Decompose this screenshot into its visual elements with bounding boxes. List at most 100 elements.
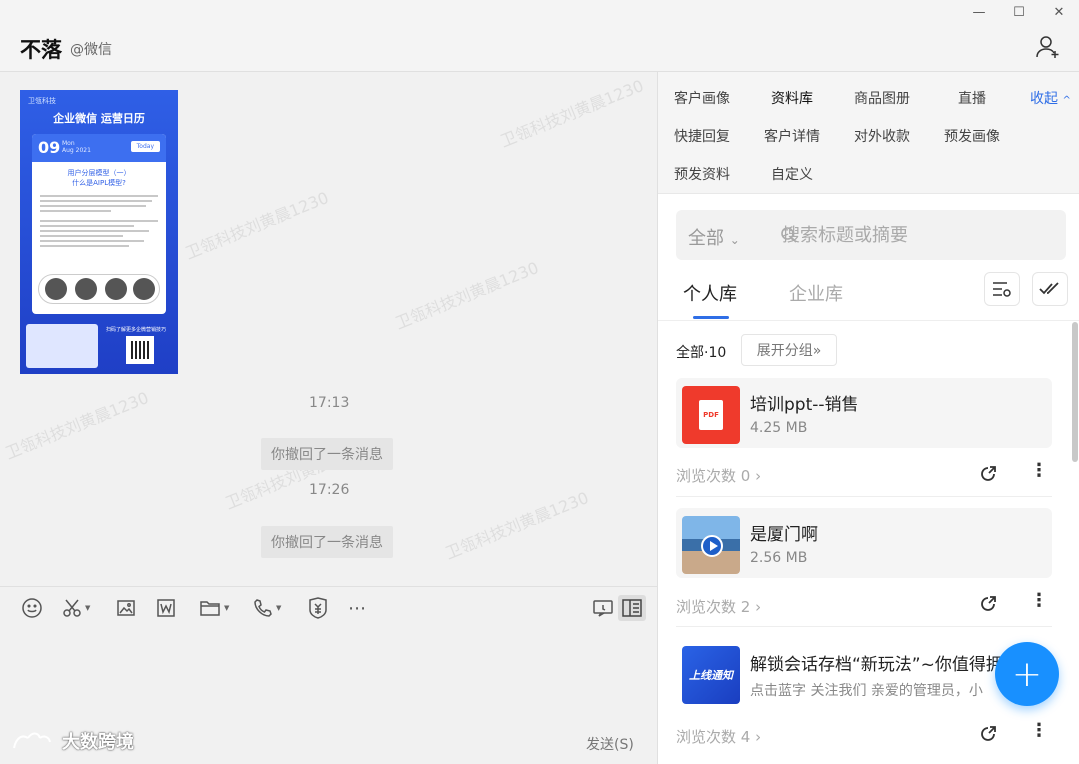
file-size: 4.25 MB (750, 420, 808, 436)
nav-customer-profile[interactable]: 客户画像 (674, 88, 730, 108)
contact-name: 不落 (20, 38, 62, 62)
add-member-icon[interactable] (1035, 34, 1061, 60)
filter-settings-button[interactable] (984, 272, 1020, 306)
chevron-right-icon: › (755, 598, 762, 616)
poster-model-sub: 什么是AIPL模型? (72, 179, 126, 187)
more-vertical-icon[interactable]: ⋮ (1030, 590, 1048, 611)
poster-card: 09 Mon Aug 2021 Today 用户分层模型（一） 什么是AIPL模型? (32, 134, 166, 314)
pdf-icon: PDF (682, 386, 740, 444)
tab-enterprise-library[interactable]: 企业库 (789, 280, 843, 306)
video-thumbnail (682, 516, 740, 574)
scrollbar[interactable] (1072, 322, 1078, 462)
chevron-right-icon: › (755, 728, 762, 746)
maximize-button[interactable]: ☐ (999, 0, 1039, 24)
chat-header: 不落 @微信 (0, 0, 1079, 72)
add-material-button[interactable]: + (995, 642, 1059, 706)
play-icon (701, 535, 723, 557)
input-toolbar: ▼ ▼ ▼ ⋯ (0, 586, 657, 630)
tab-personal-library[interactable]: 个人库 (683, 280, 737, 306)
side-nav: 客户画像 资料库 商品图册 直播 收起 ^ 快捷回复 客户详情 对外收款 预发画… (658, 72, 1079, 194)
red-packet-icon[interactable] (308, 597, 328, 619)
poster-today: Today (130, 141, 160, 152)
brand-name: 大数跨境 (62, 732, 134, 753)
view-count[interactable]: 浏览次数 0 › (676, 465, 761, 486)
multi-select-button[interactable] (1032, 272, 1068, 306)
share-icon[interactable] (978, 594, 998, 614)
plus-icon: + (1011, 653, 1043, 695)
more-tools-icon[interactable]: ⋯ (348, 597, 367, 619)
minimize-button[interactable]: — (959, 0, 999, 24)
sidebar-toggle-icon[interactable] (618, 595, 646, 621)
nav-payment[interactable]: 对外收款 (854, 126, 910, 146)
nav-collapse-label: 收起 (1030, 91, 1058, 107)
divider (676, 496, 1052, 497)
nav-collapse[interactable]: 收起 ^ (1030, 88, 1071, 108)
nav-quick-reply[interactable]: 快捷回复 (674, 126, 730, 146)
nav-pre-profile[interactable]: 预发画像 (944, 126, 1000, 146)
nav-library[interactable]: 资料库 (771, 88, 813, 108)
watermark: 卫瓴科技刘黄晨1230 (392, 257, 542, 333)
poster-month-label: Mon (62, 140, 75, 147)
screenshot-icon[interactable]: ▼ (62, 597, 90, 619)
poster-month: Mon Aug 2021 (62, 140, 91, 154)
nav-product-album[interactable]: 商品图册 (854, 88, 910, 108)
nav-customer-detail[interactable]: 客户详情 (764, 126, 820, 146)
list-settings-icon (993, 282, 1011, 297)
file-card[interactable]: 是厦门啊 2.56 MB (676, 508, 1052, 578)
close-button[interactable]: ✕ (1039, 0, 1079, 24)
share-icon[interactable] (978, 464, 998, 484)
emoji-icon[interactable] (21, 597, 43, 619)
share-icon[interactable] (978, 724, 998, 744)
view-count[interactable]: 浏览次数 4 › (676, 726, 761, 747)
group-all-count[interactable]: 全部·10 (676, 342, 726, 362)
send-button[interactable]: 发送(S) (586, 734, 634, 754)
more-vertical-icon[interactable]: ⋮ (1030, 720, 1048, 741)
watermark: 卫瓴科技刘黄晨1230 (182, 187, 332, 263)
view-count[interactable]: 浏览次数 2 › (676, 596, 761, 617)
folder-icon[interactable]: ▼ (199, 597, 229, 619)
image-icon[interactable] (116, 597, 136, 619)
chat-history-icon[interactable] (592, 597, 614, 619)
file-name: 解锁会话存档“新玩法”~你值得拥 (750, 655, 1003, 675)
poster-scan-text: 扫码了解更多企微营销技巧 (106, 327, 167, 333)
poster-model-title: 用户分层模型（一） (67, 169, 131, 177)
chevron-down-icon: ⌄ (729, 233, 740, 247)
contact-source: @微信 (70, 42, 112, 58)
file-size: 2.56 MB (750, 550, 808, 566)
search-filter-dropdown[interactable]: 全部 ⌄ (688, 224, 740, 250)
brand-watermark: 大数跨境 (10, 728, 134, 754)
file-card[interactable]: PDF 培训ppt--销售 4.25 MB (676, 378, 1052, 448)
chat-message-area[interactable]: 卫瓴科技刘黄晨1230 卫瓴科技刘黄晨1230 卫瓴科技刘黄晨1230 卫瓴科技… (0, 72, 657, 586)
poster-month-year: Aug 2021 (62, 147, 91, 154)
poster-diagram (38, 274, 160, 304)
chevron-up-icon: ^ (1062, 95, 1071, 106)
pdf-label: PDF (699, 400, 723, 430)
expand-groups-button[interactable]: 展开分组» (741, 334, 837, 366)
more-vertical-icon[interactable]: ⋮ (1030, 460, 1048, 481)
nav-custom[interactable]: 自定义 (771, 164, 813, 184)
search-filter-label: 全部 (688, 228, 724, 249)
qr-code (126, 336, 154, 364)
message-timestamp: 17:26 (309, 482, 350, 498)
phone-icon[interactable]: ▼ (253, 597, 281, 619)
image-message[interactable]: 卫瓴科技 企业微信 运营日历 09 Mon Aug 2021 Today 用户分层… (20, 90, 178, 374)
divider (658, 320, 1079, 321)
search-input[interactable] (762, 220, 1042, 250)
watermark: 卫瓴科技刘黄晨1230 (497, 75, 647, 151)
message-timestamp: 17:13 (309, 395, 350, 411)
article-thumb-text: 上线通知 (689, 669, 733, 682)
view-count-label: 浏览次数 0 (676, 467, 751, 485)
double-check-icon (1039, 282, 1059, 295)
view-count-label: 浏览次数 4 (676, 728, 751, 746)
chevron-right-icon: › (755, 467, 762, 485)
nav-pre-material[interactable]: 预发资料 (674, 164, 730, 184)
poster-model: 用户分层模型（一） 什么是AIPL模型? (32, 168, 166, 188)
window-controls: — ☐ ✕ (959, 0, 1079, 26)
file-summary: 点击蓝字 关注我们 亲爱的管理员，小 (750, 683, 983, 699)
nav-live[interactable]: 直播 (958, 88, 986, 108)
poster-logo: 卫瓴科技 (28, 97, 56, 105)
poster-datebar: 09 Mon Aug 2021 Today (32, 134, 166, 162)
doc-icon[interactable] (156, 597, 176, 619)
poster-text-lines (40, 192, 158, 250)
recall-notice: 你撤回了一条消息 (261, 526, 393, 558)
